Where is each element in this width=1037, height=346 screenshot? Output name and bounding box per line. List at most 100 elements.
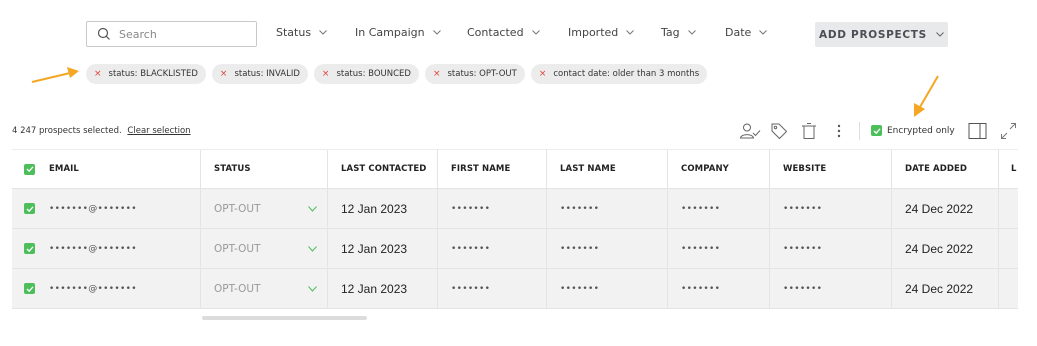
- chip-label: status: BLACKLISTED: [108, 69, 198, 79]
- column-header-last-name[interactable]: LAST NAME: [547, 150, 668, 188]
- row-checkbox[interactable]: [24, 203, 35, 214]
- status-dropdown[interactable]: OPT-OUT: [201, 269, 328, 308]
- chevron-down-icon: [759, 30, 768, 35]
- filter-contacted[interactable]: Contacted: [467, 26, 540, 39]
- filter-label: In Campaign: [355, 26, 425, 39]
- chevron-down-icon: [626, 30, 635, 35]
- chevron-down-icon: [432, 30, 441, 35]
- remove-icon[interactable]: ×: [220, 69, 228, 79]
- encrypted-only-toggle[interactable]: Encrypted only: [871, 125, 955, 136]
- status-dropdown[interactable]: OPT-OUT: [201, 229, 328, 268]
- remove-icon[interactable]: ×: [539, 69, 547, 79]
- remove-icon[interactable]: ×: [433, 69, 441, 79]
- email-cell: •••••••@•••••••: [12, 229, 201, 268]
- column-header-label: WEBSITE: [783, 164, 827, 174]
- filter-tag[interactable]: Tag: [661, 26, 696, 39]
- email-value: •••••••@•••••••: [49, 283, 137, 294]
- more-vertical-icon[interactable]: [835, 122, 843, 140]
- chip-label: status: BOUNCED: [336, 69, 411, 79]
- clear-selection-link[interactable]: Clear selection: [127, 126, 190, 136]
- chevron-down-icon: [936, 32, 944, 37]
- chevron-down-icon: [531, 30, 540, 35]
- truncated-cell: [999, 269, 1018, 308]
- table-header-row: EMAIL STATUS LAST CONTACTED FIRST NAME L…: [12, 149, 1018, 189]
- search-input[interactable]: [119, 27, 249, 41]
- annotation-arrow-icon: [914, 75, 939, 117]
- filter-chip[interactable]: × status: OPT-OUT: [424, 64, 525, 84]
- last-name-cell: •••••••: [547, 229, 668, 268]
- trash-icon[interactable]: [801, 122, 817, 140]
- table-row[interactable]: •••••••@••••••• OPT-OUT 12 Jan 2023 ••••…: [12, 269, 1018, 309]
- status-value: OPT-OUT: [214, 202, 261, 215]
- column-header-date-added[interactable]: DATE ADDED: [892, 150, 999, 188]
- search-box[interactable]: [86, 21, 257, 47]
- first-name-cell: •••••••: [438, 189, 547, 228]
- status-value: OPT-OUT: [214, 242, 261, 255]
- date-added-cell: 24 Dec 2022: [892, 229, 999, 268]
- filter-in-campaign[interactable]: In Campaign: [355, 26, 441, 39]
- filter-label: Imported: [568, 26, 619, 39]
- column-header-status[interactable]: STATUS: [201, 150, 328, 188]
- chevron-down-icon: [319, 30, 327, 35]
- chip-label: status: INVALID: [234, 69, 300, 79]
- chevron-down-icon: [308, 245, 317, 252]
- date-added-cell: 24 Dec 2022: [892, 189, 999, 228]
- checkbox-checked-icon[interactable]: [871, 125, 882, 136]
- first-name-cell: •••••••: [438, 229, 547, 268]
- truncated-cell: [999, 189, 1018, 228]
- filter-chip[interactable]: × status: INVALID: [211, 64, 308, 84]
- prospects-table: EMAIL STATUS LAST CONTACTED FIRST NAME L…: [12, 149, 1018, 309]
- company-cell: •••••••: [668, 229, 770, 268]
- last-contacted-cell: 12 Jan 2023: [328, 189, 438, 228]
- table-row[interactable]: •••••••@••••••• OPT-OUT 12 Jan 2023 ••••…: [12, 189, 1018, 229]
- status-value: OPT-OUT: [214, 282, 261, 295]
- column-header-label: LAST CONTACTED: [341, 164, 427, 174]
- filter-chip[interactable]: × contact date: older than 3 months: [530, 64, 708, 84]
- filter-imported[interactable]: Imported: [568, 26, 635, 39]
- column-header-website[interactable]: WEBSITE: [770, 150, 892, 188]
- column-header-email[interactable]: EMAIL: [12, 150, 201, 188]
- last-contacted-cell: 12 Jan 2023: [328, 229, 438, 268]
- column-header-truncated[interactable]: L: [999, 150, 1018, 188]
- column-header-label: LAST NAME: [560, 164, 616, 174]
- annotation-arrow-icon: [31, 67, 79, 83]
- last-name-cell: •••••••: [547, 189, 668, 228]
- website-cell: •••••••: [770, 229, 892, 268]
- tag-icon[interactable]: [770, 122, 788, 140]
- chip-label: status: OPT-OUT: [447, 69, 517, 79]
- column-header-first-name[interactable]: FIRST NAME: [438, 150, 547, 188]
- expand-icon[interactable]: [1000, 122, 1017, 140]
- last-contacted-cell: 12 Jan 2023: [328, 269, 438, 308]
- horizontal-scrollbar[interactable]: [202, 316, 367, 320]
- column-header-company[interactable]: COMPANY: [668, 150, 770, 188]
- encrypted-only-label: Encrypted only: [887, 125, 955, 136]
- chevron-down-icon: [308, 285, 317, 292]
- truncated-cell: [999, 229, 1018, 268]
- filter-label: Date: [725, 26, 752, 39]
- status-dropdown[interactable]: OPT-OUT: [201, 189, 328, 228]
- filter-label: Status: [276, 26, 312, 39]
- email-value: •••••••@•••••••: [49, 243, 137, 254]
- filter-chip[interactable]: × status: BLACKLISTED: [86, 64, 206, 84]
- filter-label: Tag: [661, 26, 680, 39]
- column-header-label: L: [1011, 164, 1017, 174]
- selection-count: 4 247 prospects selected.: [12, 126, 122, 136]
- filter-label: Contacted: [467, 26, 524, 39]
- columns-icon[interactable]: [968, 122, 987, 140]
- add-prospects-button[interactable]: ADD PROSPECTS: [815, 22, 948, 47]
- table-row[interactable]: •••••••@••••••• OPT-OUT 12 Jan 2023 ••••…: [12, 229, 1018, 269]
- column-header-label: DATE ADDED: [905, 164, 968, 174]
- filter-status[interactable]: Status: [276, 26, 327, 39]
- date-added-cell: 24 Dec 2022: [892, 269, 999, 308]
- row-checkbox[interactable]: [24, 243, 35, 254]
- column-header-last-contacted[interactable]: LAST CONTACTED: [328, 150, 438, 188]
- remove-icon[interactable]: ×: [322, 69, 330, 79]
- add-prospects-label: ADD PROSPECTS: [819, 28, 927, 41]
- filter-date[interactable]: Date: [725, 26, 768, 39]
- select-all-checkbox[interactable]: [24, 163, 35, 175]
- row-checkbox[interactable]: [24, 283, 35, 294]
- filter-chip[interactable]: × status: BOUNCED: [313, 64, 419, 84]
- toolbar-divider: [859, 122, 860, 140]
- assign-user-icon[interactable]: [739, 122, 761, 140]
- remove-icon[interactable]: ×: [94, 69, 102, 79]
